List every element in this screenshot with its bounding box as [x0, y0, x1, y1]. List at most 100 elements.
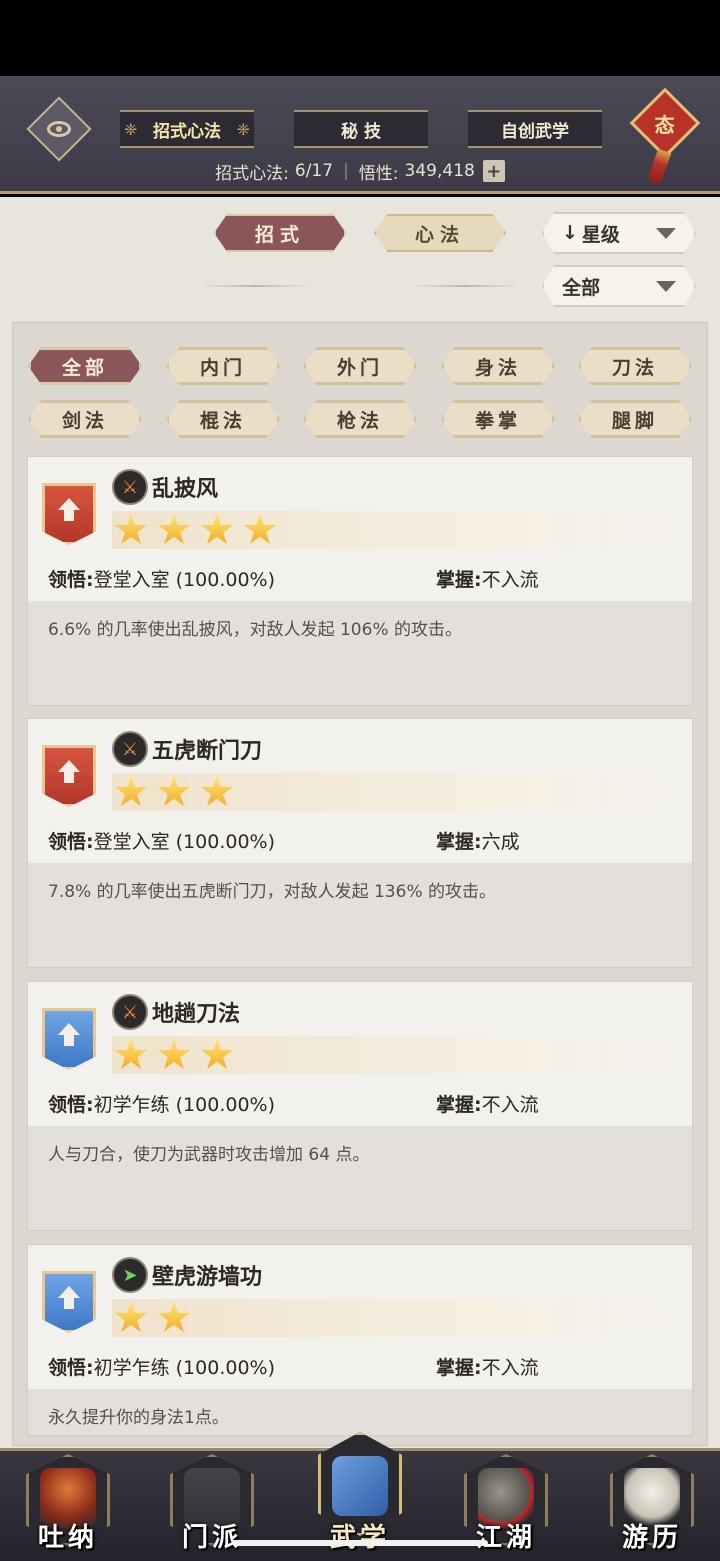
tab-zhaoshi-xinfa[interactable]: ❈ 招式心法 ❈	[120, 110, 254, 148]
mastery-label: 掌握:	[436, 569, 482, 591]
book-icon	[332, 1456, 388, 1516]
comprehension-label: 领悟:	[48, 1357, 94, 1379]
skill-description: 7.8% 的几率使出五虎断门刀，对敌人发起 136% 的攻击。	[48, 882, 497, 902]
filter-quanzhang[interactable]: 拳掌	[441, 400, 555, 438]
nav-label: 门派	[181, 1523, 242, 1553]
boot-skill-icon: ➤	[112, 1257, 148, 1293]
skill-name: 壁虎游墙功	[152, 1265, 263, 1290]
star-icon	[243, 513, 277, 544]
comprehension-line: 领悟:初学乍练 (100.00%)	[48, 1353, 275, 1380]
filter-label: 外门	[336, 356, 383, 379]
tab-zichuang-wuxue[interactable]: 自创武学	[468, 110, 602, 148]
star-icon	[200, 775, 234, 806]
comprehension-label: 领悟:	[48, 831, 94, 853]
mastery-value: 不入流	[481, 569, 539, 591]
filter-gunfa[interactable]: 棍法	[166, 400, 280, 438]
filter-label: 枪法	[336, 409, 383, 432]
mastery-line: 掌握:不入流	[436, 1353, 539, 1380]
filter-label: 刀法	[611, 356, 658, 379]
star-rating	[112, 1036, 690, 1074]
nav-label: 吐纳	[37, 1523, 98, 1553]
filter-qiangfa[interactable]: 枪法	[303, 400, 417, 438]
filter-label: 剑法	[61, 409, 108, 432]
mastery-value: 不入流	[481, 1357, 539, 1379]
filter-all[interactable]: 全部	[28, 347, 142, 385]
filter-shenfa[interactable]: 身法	[441, 347, 555, 385]
upgrade-badge-icon[interactable]	[42, 1271, 96, 1333]
sort-label: 星级	[581, 223, 620, 246]
filter-label: 拳掌	[474, 409, 521, 432]
skill-card[interactable]: ⚔ 五虎断门刀 领悟:登堂入室 (100.00%) 掌握:六成 7.8% 的几率…	[27, 718, 693, 968]
insight-value: 349,418	[404, 161, 475, 181]
nav-tuna[interactable]: 吐纳	[22, 1450, 114, 1558]
filter-tuijiao[interactable]: 腿脚	[578, 400, 692, 438]
mastery-label: 掌握:	[436, 1357, 482, 1379]
tab-label: 招式心法	[153, 121, 221, 142]
mastery-label: 掌握:	[436, 831, 482, 853]
tab-miji[interactable]: 秘 技	[294, 110, 428, 148]
filter-label: 全部	[61, 356, 108, 379]
filter-label: 身法	[474, 356, 521, 379]
chevron-down-icon	[656, 228, 676, 239]
skill-name: 五虎断门刀	[152, 739, 263, 764]
star-icon	[114, 513, 148, 544]
divider	[410, 285, 520, 287]
comprehension-value: 登堂入室 (100.00%)	[93, 569, 276, 591]
skill-card[interactable]: ➤ 壁虎游墙功 领悟:初学乍练 (100.00%) 掌握:不入流 永久提升你的身…	[27, 1244, 693, 1436]
skill-name: 乱披风	[152, 477, 219, 502]
sort-dropdown[interactable]: ↓ 星级	[542, 212, 696, 254]
nav-label: 武学	[329, 1523, 390, 1553]
mastery-line: 掌握:六成	[436, 827, 520, 854]
filter-neimen[interactable]: 内门	[166, 347, 280, 385]
ornament-icon: ❈	[236, 120, 250, 139]
tab-label: 自创武学	[501, 121, 569, 142]
star-icon	[114, 1038, 148, 1069]
comprehension-value: 初学乍练 (100.00%)	[93, 1357, 276, 1379]
mastery-line: 掌握:不入流	[436, 565, 539, 592]
tab-xinfa[interactable]: 心法	[374, 214, 506, 252]
filter-label: 棍法	[199, 409, 246, 432]
star-icon	[114, 1301, 148, 1332]
filter-waimen[interactable]: 外门	[303, 347, 417, 385]
tab-label: 秘 技	[341, 121, 381, 142]
tab-zhaoshi[interactable]: 招式	[214, 214, 346, 252]
filter-label: 内门	[199, 356, 246, 379]
upgrade-badge-icon[interactable]	[42, 1008, 96, 1070]
arrow-up-icon	[58, 1286, 80, 1309]
skill-name: 地趟刀法	[152, 1002, 241, 1027]
stat-value: 6/17	[294, 161, 334, 181]
nav-youli[interactable]: 游历	[606, 1450, 698, 1558]
filter-daofa[interactable]: 刀法	[578, 347, 692, 385]
comprehension-line: 领悟:初学乍练 (100.00%)	[48, 1090, 275, 1117]
mastery-value: 六成	[481, 831, 520, 853]
filter-jianfa[interactable]: 剑法	[28, 400, 142, 438]
divider	[200, 285, 310, 287]
comprehension-value: 登堂入室 (100.00%)	[93, 831, 276, 853]
arrow-up-icon	[58, 1023, 80, 1046]
upgrade-badge-icon[interactable]	[42, 745, 96, 807]
comprehension-label: 领悟:	[48, 569, 94, 591]
skill-card[interactable]: ⚔ 地趟刀法 领悟:初学乍练 (100.00%) 掌握:不入流 人与刀合，使刀为…	[27, 981, 693, 1231]
star-icon	[200, 1038, 234, 1069]
blade-skill-icon: ⚔	[112, 731, 148, 767]
nav-label: 游历	[621, 1523, 682, 1553]
stat-label: 招式心法:	[215, 163, 289, 184]
mastery-line: 掌握:不入流	[436, 1090, 539, 1117]
filter-label: 腿脚	[611, 409, 658, 432]
arrow-up-icon	[58, 498, 80, 521]
stat-line: 招式心法: 6/17 | 悟性: 349,418 +	[0, 156, 720, 186]
eye-icon	[47, 121, 71, 137]
mastery-label: 掌握:	[436, 1094, 482, 1116]
blade-skill-icon: ⚔	[112, 994, 148, 1030]
skill-description: 6.6% 的几率使出乱披风，对敌人发起 106% 的攻击。	[48, 620, 463, 640]
star-rating	[112, 773, 690, 811]
comprehension-line: 领悟:登堂入室 (100.00%)	[48, 565, 275, 592]
filter-dropdown[interactable]: 全部	[542, 265, 696, 307]
mastery-value: 不入流	[481, 1094, 539, 1116]
comprehension-label: 领悟:	[48, 1094, 94, 1116]
talisman-char: 态	[655, 112, 675, 137]
upgrade-badge-icon[interactable]	[42, 483, 96, 545]
tab-label: 招式	[254, 223, 305, 246]
add-insight-button[interactable]: +	[482, 160, 505, 182]
skill-card[interactable]: ⚔ 乱披风 领悟:登堂入室 (100.00%) 掌握:不入流 6.6% 的几率使…	[27, 456, 693, 706]
